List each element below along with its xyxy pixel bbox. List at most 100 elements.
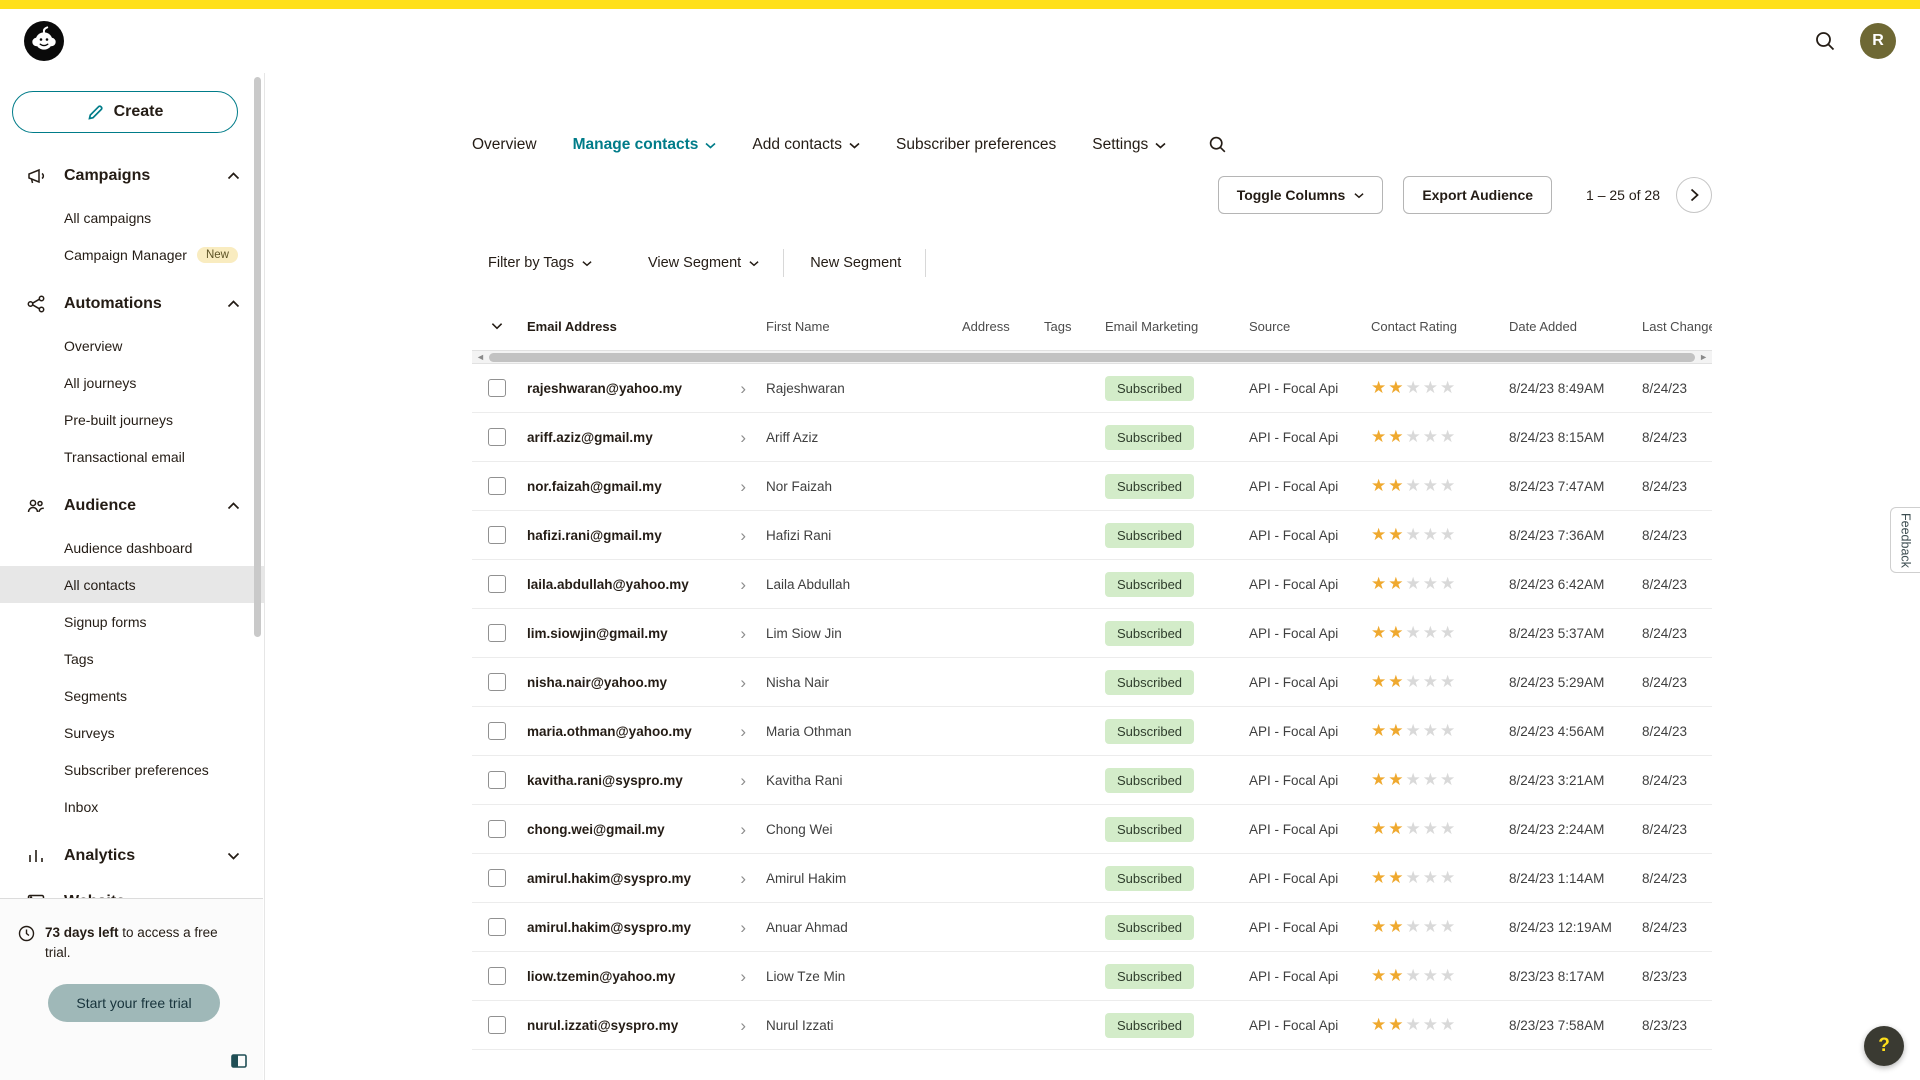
help-question-mark: ? [1878, 1035, 1890, 1057]
open-contact-chevron[interactable]: › [740, 429, 760, 446]
filter-by-tags-dropdown[interactable]: Filter by Tags [472, 255, 606, 271]
open-contact-chevron[interactable]: › [740, 478, 760, 495]
create-button[interactable]: Create [12, 91, 238, 133]
row-checkbox[interactable] [488, 526, 506, 544]
bulk-select-dropdown[interactable] [472, 322, 527, 330]
tab-settings[interactable]: Settings [1092, 136, 1166, 154]
contact-email[interactable]: ariff.aziz@gmail.my [527, 430, 653, 445]
sidebar-item[interactable]: Subscriber preferences [0, 751, 264, 788]
sidebar-scrollbar[interactable] [254, 77, 261, 637]
open-contact-chevron[interactable]: › [740, 821, 760, 838]
column-header-address[interactable]: Address [962, 319, 1044, 334]
contact-source: API - Focal Api [1249, 724, 1371, 739]
next-page-button[interactable] [1676, 177, 1712, 213]
open-contact-chevron[interactable]: › [740, 576, 760, 593]
row-checkbox[interactable] [488, 575, 506, 593]
new-segment-button[interactable]: New Segment [794, 255, 915, 271]
contact-email[interactable]: kavitha.rani@syspro.my [527, 773, 683, 788]
mailchimp-logo[interactable] [24, 21, 64, 61]
contact-email[interactable]: liow.tzemin@yahoo.my [527, 969, 675, 984]
row-checkbox[interactable] [488, 967, 506, 985]
tab-subscriber-preferences[interactable]: Subscriber preferences [896, 136, 1056, 154]
row-checkbox[interactable] [488, 722, 506, 740]
open-contact-chevron[interactable]: › [740, 919, 760, 936]
open-contact-chevron[interactable]: › [740, 968, 760, 985]
sidebar-item[interactable]: All campaigns [0, 199, 264, 236]
contact-email[interactable]: laila.abdullah@yahoo.my [527, 577, 689, 592]
row-checkbox[interactable] [488, 673, 506, 691]
row-checkbox[interactable] [488, 477, 506, 495]
sidebar-item[interactable]: Signup forms [0, 603, 264, 640]
help-button[interactable]: ? [1864, 1026, 1904, 1066]
open-contact-chevron[interactable]: › [740, 772, 760, 789]
column-header-tags[interactable]: Tags [1044, 319, 1105, 334]
sidebar-section-audience[interactable]: Audience [0, 483, 264, 529]
open-contact-chevron[interactable]: › [740, 380, 760, 397]
toggle-columns-button[interactable]: Toggle Columns [1218, 176, 1384, 214]
sidebar-item[interactable]: Transactional email [0, 438, 264, 475]
open-contact-chevron[interactable]: › [740, 674, 760, 691]
open-contact-chevron[interactable]: › [740, 527, 760, 544]
open-contact-chevron[interactable]: › [740, 870, 760, 887]
open-contact-chevron[interactable]: › [740, 723, 760, 740]
open-contact-chevron[interactable]: › [740, 625, 760, 642]
sidebar-item[interactable]: Audience dashboard [0, 529, 264, 566]
row-checkbox[interactable] [488, 869, 506, 887]
sidebar-item[interactable]: Segments [0, 677, 264, 714]
tab-manage-contacts[interactable]: Manage contacts [573, 136, 717, 154]
contact-email[interactable]: rajeshwaran@yahoo.my [527, 381, 682, 396]
row-checkbox[interactable] [488, 771, 506, 789]
contact-email[interactable]: chong.wei@gmail.my [527, 822, 665, 837]
contacts-search-button[interactable] [1208, 135, 1227, 154]
contact-email[interactable]: amirul.hakim@syspro.my [527, 920, 691, 935]
tab-add-contacts[interactable]: Add contacts [752, 136, 860, 154]
sidebar-item[interactable]: Pre-built journeys [0, 401, 264, 438]
contact-source: API - Focal Api [1249, 381, 1371, 396]
contact-email[interactable]: lim.siowjin@gmail.my [527, 626, 668, 641]
sidebar-section-campaigns[interactable]: Campaigns [0, 153, 264, 199]
sidebar-item[interactable]: Inbox [0, 788, 264, 825]
global-search-button[interactable] [1814, 30, 1836, 52]
scrollbar-thumb[interactable] [489, 353, 1695, 362]
column-header-contact-rating[interactable]: Contact Rating [1371, 319, 1509, 334]
sidebar-section-analytics[interactable]: Analytics [0, 833, 264, 879]
open-contact-chevron[interactable]: › [740, 1017, 760, 1034]
contact-email[interactable]: hafizi.rani@gmail.my [527, 528, 662, 543]
column-header-last-changed[interactable]: Last Changed [1642, 319, 1712, 334]
start-free-trial-button[interactable]: Start your free trial [48, 984, 220, 1022]
row-checkbox[interactable] [488, 624, 506, 642]
collapse-sidebar-icon[interactable] [231, 1054, 247, 1068]
sidebar-item[interactable]: All journeys [0, 364, 264, 401]
column-header-email[interactable]: Email Address [527, 319, 766, 334]
contact-email[interactable]: maria.othman@yahoo.my [527, 724, 692, 739]
row-checkbox[interactable] [488, 428, 506, 446]
contact-email[interactable]: amirul.hakim@syspro.my [527, 871, 691, 886]
contact-date-added: 8/24/23 6:42AM [1509, 577, 1642, 592]
row-checkbox[interactable] [488, 918, 506, 936]
sidebar-section-automations[interactable]: Automations [0, 281, 264, 327]
export-audience-button[interactable]: Export Audience [1403, 176, 1552, 214]
row-checkbox[interactable] [488, 1016, 506, 1034]
row-checkbox[interactable] [488, 820, 506, 838]
column-header-source[interactable]: Source [1249, 319, 1371, 334]
view-segment-dropdown[interactable]: View Segment [632, 255, 773, 271]
scroll-left-arrow[interactable]: ◄ [474, 353, 487, 362]
horizontal-scrollbar[interactable]: ◄ ► [472, 350, 1712, 364]
feedback-tab[interactable]: Feedback [1890, 507, 1920, 573]
scroll-right-arrow[interactable]: ► [1697, 353, 1710, 362]
contact-email[interactable]: nurul.izzati@syspro.my [527, 1018, 678, 1033]
row-checkbox[interactable] [488, 379, 506, 397]
sidebar-item[interactable]: Surveys [0, 714, 264, 751]
column-header-date-added[interactable]: Date Added [1509, 319, 1642, 334]
contact-email[interactable]: nisha.nair@yahoo.my [527, 675, 667, 690]
account-avatar[interactable]: R [1860, 23, 1896, 59]
sidebar-item[interactable]: Tags [0, 640, 264, 677]
tab-label: Settings [1092, 136, 1148, 154]
sidebar-item[interactable]: Overview [0, 327, 264, 364]
sidebar-item[interactable]: Campaign Manager New [0, 236, 264, 273]
sidebar-item[interactable]: All contacts [0, 566, 264, 603]
tab-overview[interactable]: Overview [472, 136, 537, 154]
column-header-email-marketing[interactable]: Email Marketing [1105, 319, 1249, 334]
contact-email[interactable]: nor.faizah@gmail.my [527, 479, 662, 494]
column-header-first-name[interactable]: First Name [766, 319, 962, 334]
